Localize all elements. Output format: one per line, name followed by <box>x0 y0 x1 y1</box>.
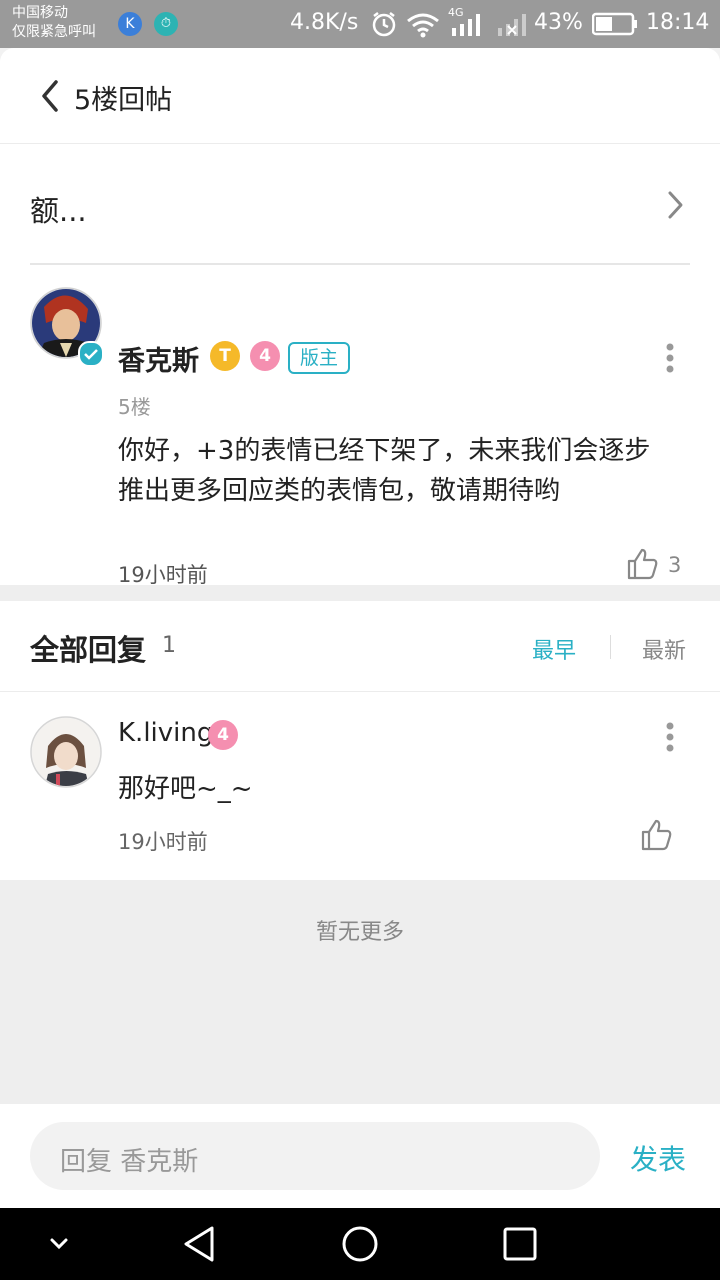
avatar[interactable] <box>30 716 104 790</box>
like-thumb-icon[interactable] <box>640 818 674 852</box>
section-divider <box>0 585 720 601</box>
reply-input[interactable]: 回复 香克斯 <box>30 1122 600 1190</box>
signal-icon <box>452 14 480 36</box>
timer-app-notification-icon: ⏱ <box>154 12 178 36</box>
replies-title: 全部回复 <box>30 633 147 667</box>
battery-percent: 43% <box>534 10 583 35</box>
reply-time: 19小时前 <box>118 830 208 854</box>
sort-earliest-button[interactable]: 最早 <box>532 633 576 665</box>
reply-detail-panel: 5楼回帖 额... 香克斯 T 4 版主 5楼 你好，+3的表情已经下架了，未来… <box>0 48 720 1208</box>
sort-divider <box>610 635 611 659</box>
list-footer: 暂无更多 <box>0 880 720 1104</box>
header: 5楼回帖 <box>0 48 720 144</box>
reply-content: 那好吧~_~ <box>118 774 253 804</box>
replies-count: 1 <box>162 633 176 658</box>
sort-latest-button[interactable]: 最新 <box>642 633 686 665</box>
more-options-icon[interactable] <box>660 343 680 373</box>
status-bar: 中国移动 仅限紧急呼叫 K ⏱ 4.8K/s 4G 43% 18:14 <box>0 0 720 48</box>
reply-author-name[interactable]: K.living <box>118 718 213 748</box>
recents-square-icon[interactable] <box>502 1226 538 1262</box>
level-badge: 4 <box>208 720 238 750</box>
carrier-text: 中国移动 仅限紧急呼叫 <box>12 5 96 40</box>
moderator-tag: 版主 <box>288 342 351 374</box>
page-title: 5楼回帖 <box>74 85 173 116</box>
send-button[interactable]: 发表 <box>630 1138 686 1178</box>
gold-t-badge-icon: T <box>210 341 240 371</box>
home-circle-icon[interactable] <box>340 1224 380 1264</box>
replies-header: 全部回复 1 最早 最新 <box>0 601 720 692</box>
level-badge: 4 <box>250 341 280 371</box>
reply-bar: 回复 香克斯 发表 <box>0 1104 720 1208</box>
chevron-right-icon <box>668 191 683 219</box>
thread-title-row[interactable]: 额... <box>30 168 690 265</box>
like-count: 3 <box>668 553 682 577</box>
verified-badge-icon <box>78 341 104 367</box>
floor-number: 5楼 <box>118 395 151 419</box>
wifi-icon <box>407 13 439 38</box>
thread-title: 额... <box>30 194 87 228</box>
reply-input-placeholder: 回复 香克斯 <box>60 1147 199 1177</box>
main-post: 香克斯 T 4 版主 5楼 你好，+3的表情已经下架了，未来我们会逐步 推出更多… <box>0 265 720 587</box>
battery-icon <box>592 12 637 36</box>
back-triangle-icon[interactable] <box>180 1224 220 1264</box>
system-nav-bar <box>0 1208 720 1280</box>
post-author-name[interactable]: 香克斯 <box>118 339 199 378</box>
clock: 18:14 <box>646 10 710 35</box>
post-content: 你好，+3的表情已经下架了，未来我们会逐步 推出更多回应类的表情包，敬请期待哟 <box>118 436 651 506</box>
alarm-icon <box>372 12 396 37</box>
network-speed: 4.8K/s <box>290 10 359 35</box>
chevron-down-icon[interactable] <box>46 1232 72 1256</box>
back-arrow-icon[interactable] <box>36 78 64 114</box>
no-more-text: 暂无更多 <box>315 920 404 945</box>
signal-no-sim-icon <box>498 14 526 36</box>
like-thumb-icon[interactable] <box>626 547 660 581</box>
k-app-notification-icon: K <box>118 12 142 36</box>
more-options-icon[interactable] <box>660 722 680 752</box>
list-item: K.living 4 那好吧~_~ 19小时前 <box>0 692 720 880</box>
